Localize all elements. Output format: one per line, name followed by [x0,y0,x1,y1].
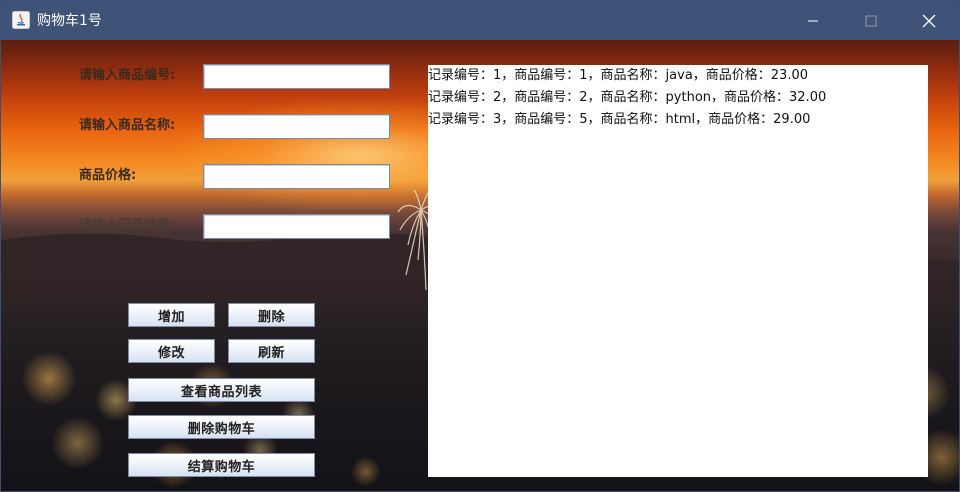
record-id-field[interactable] [203,214,390,239]
cart-records-list[interactable]: 记录编号：1，商品编号：1，商品名称：java，商品价格：23.00 记录编号：… [428,65,928,477]
product-id-input[interactable] [204,65,389,88]
delete-button[interactable]: 删除 [228,303,315,327]
product-name-label: 请输入商品名称: [79,118,176,133]
close-button[interactable] [900,1,958,40]
minimize-icon [808,20,818,21]
close-icon [922,14,936,27]
product-name-field[interactable] [203,114,390,139]
refresh-button[interactable]: 刷新 [228,339,315,363]
maximize-button[interactable] [842,1,900,40]
list-item[interactable]: 记录编号：3，商品编号：5，商品名称：html，商品价格：29.00 [428,109,810,131]
list-item[interactable]: 记录编号：1，商品编号：1，商品名称：java，商品价格：23.00 [428,65,808,87]
checkout-cart-button[interactable]: 结算购物车 [128,453,315,477]
price-label: 商品价格: [79,168,137,183]
maximize-icon [865,15,877,26]
record-id-label: 请输入记录编号: [79,218,176,233]
delete-cart-button[interactable]: 删除购物车 [128,415,315,439]
modify-button[interactable]: 修改 [128,339,215,363]
price-input[interactable] [204,165,389,188]
product-id-label: 请输入商品编号: [79,68,176,83]
content-panel: 请输入商品编号: 请输入商品名称: 商品价格: 请输入记录编号: 增加 删除 修… [1,40,959,491]
add-button[interactable]: 增加 [128,303,215,327]
product-id-field[interactable] [203,64,390,89]
view-products-button[interactable]: 查看商品列表 [128,378,315,402]
product-name-input[interactable] [204,115,389,138]
minimize-button[interactable] [784,1,842,40]
price-field[interactable] [203,164,390,189]
java-app-icon [12,11,30,29]
list-item[interactable]: 记录编号：2，商品编号：2，商品名称：python，商品价格：32.00 [428,87,826,109]
app-window: 购物车1号 请输入商品编号: 请输入商品名称: 商品价格: 请输入记录编号: 增… [0,0,960,492]
record-id-input[interactable] [204,215,389,238]
title-bar[interactable]: 购物车1号 [1,1,959,40]
window-title: 购物车1号 [37,13,102,29]
